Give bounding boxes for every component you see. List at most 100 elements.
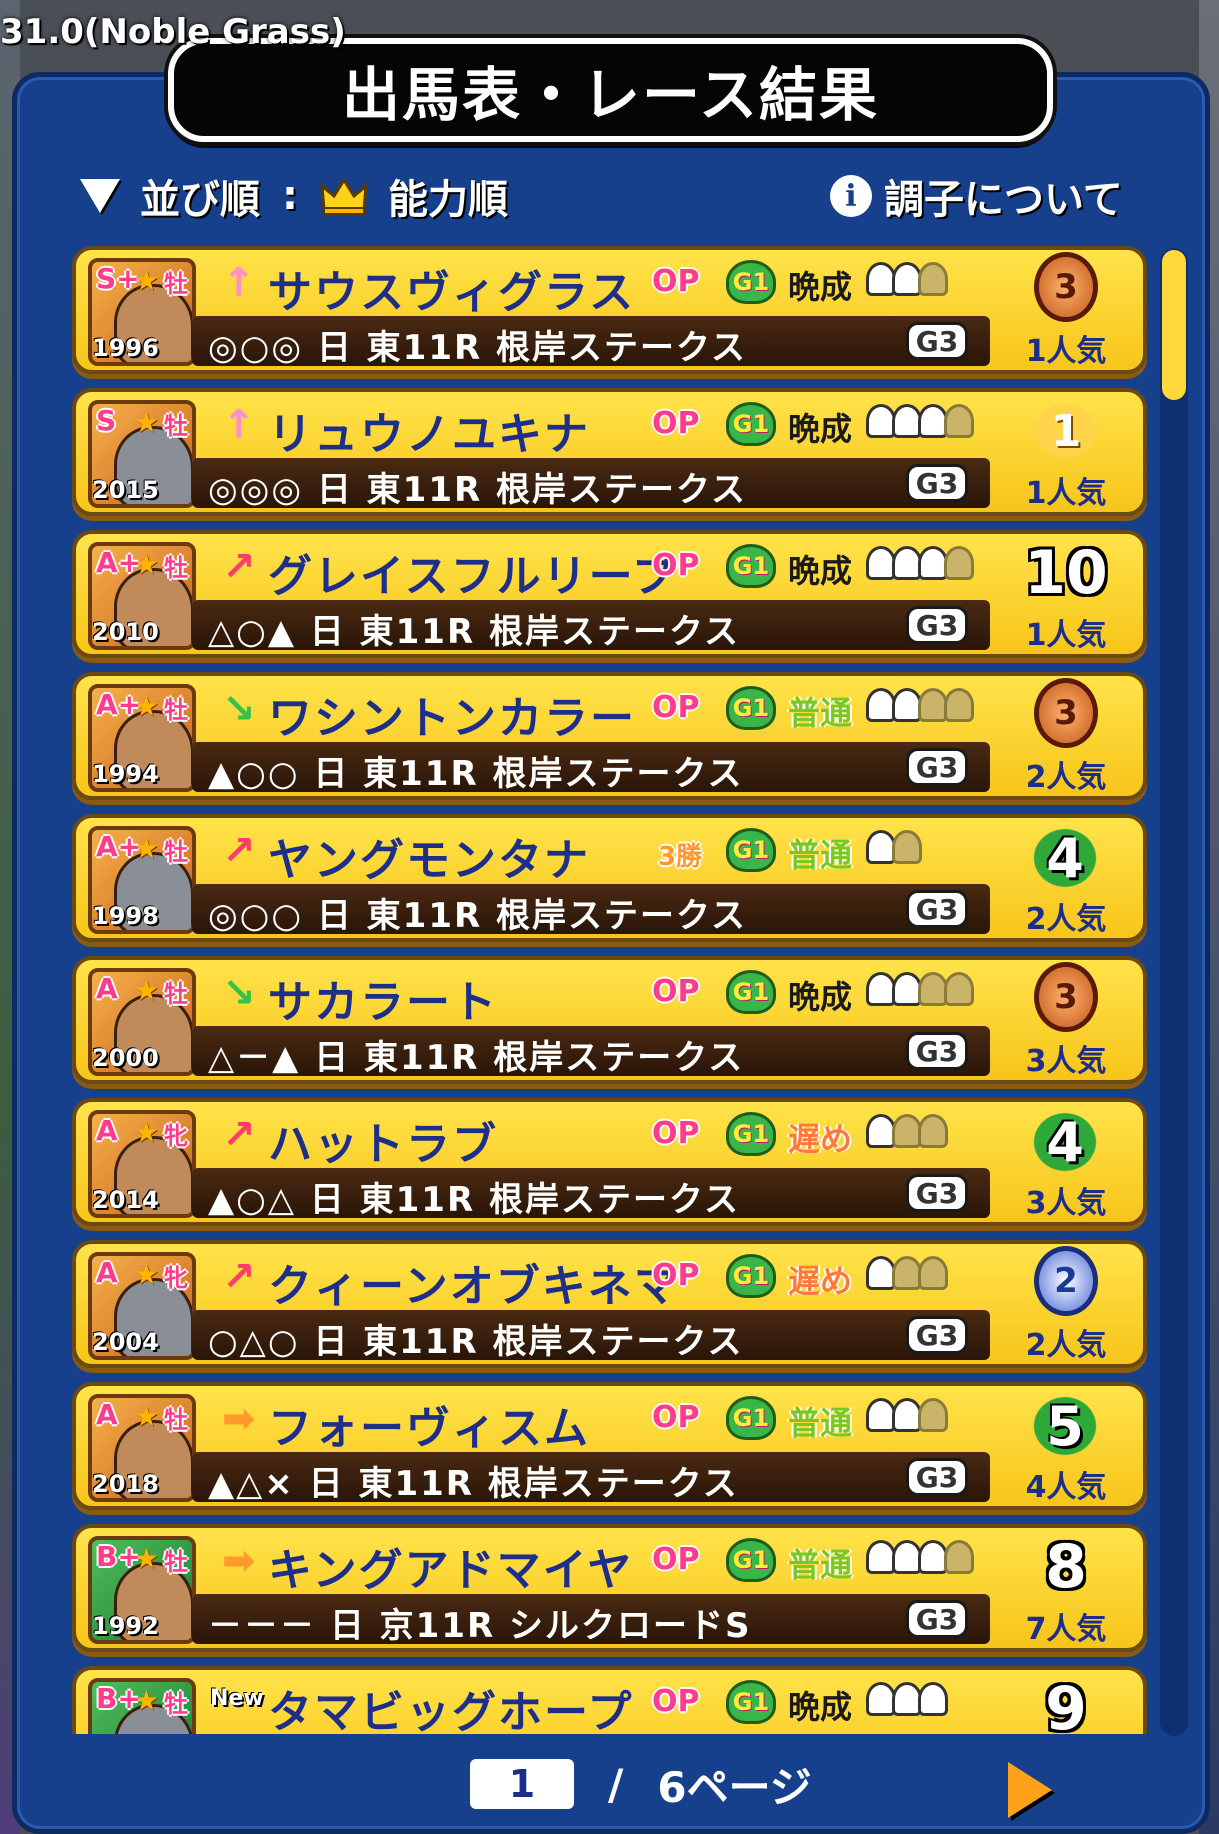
- horseshoe-rating: [866, 1398, 948, 1432]
- horse-row[interactable]: A+ ★ 牡 1998 ↗ ヤングモンタナ 3勝 G1 普通 ◎○○ 日 東11R 根岸ステークス…: [72, 814, 1147, 942]
- grade-badge: G3: [906, 1316, 968, 1354]
- horseshoe-rating: [866, 1682, 948, 1716]
- sex-label: 牡: [164, 980, 188, 1008]
- horse-row[interactable]: B+ ★ 牡 New タマビッグホープ OP G1 晩成 9: [72, 1666, 1147, 1734]
- year-label: 1992: [92, 1612, 159, 1640]
- rank-badge: A: [96, 1398, 118, 1431]
- horseshoe-rating: [866, 1114, 948, 1148]
- horse-name: グレイスフルリープ: [268, 551, 679, 602]
- horse-row[interactable]: S ★ 牡 2015 ↑ リュウノユキナ OP G1 晩成 ◎◎◎ 日 東11R 根岸ステークス G…: [72, 388, 1147, 516]
- horseshoe-rating: [866, 972, 974, 1006]
- horse-portrait: B+ ★ 牡 1992: [88, 1536, 196, 1644]
- last-race-strip: ◎○◎ 日 東11R 根岸ステークス G3: [192, 316, 990, 368]
- horseshoe-icon: [918, 1398, 948, 1432]
- sex-label: 牝: [164, 1264, 188, 1292]
- class-label: OP: [652, 1258, 700, 1293]
- horse-name: クィーンオブキネマ: [268, 1261, 680, 1312]
- growth-label: 晩成: [788, 552, 853, 590]
- rank-badge: A: [96, 972, 118, 1005]
- grade-badge: G3: [906, 1600, 968, 1638]
- class-label: OP: [652, 1116, 700, 1151]
- horse-row[interactable]: A ★ 牝 2004 ↗ クィーンオブキネマ OP G1 遅め ○△○ 日 東11R 根岸ステーク…: [72, 1240, 1147, 1368]
- result-number: 9: [1045, 1674, 1087, 1734]
- grade-badge: G3: [906, 1174, 968, 1212]
- next-page-icon[interactable]: [1008, 1762, 1052, 1818]
- condition-info-button[interactable]: i 調子について: [830, 168, 1123, 224]
- horse-name: サカラート: [268, 977, 498, 1028]
- info-icon: i: [830, 175, 872, 217]
- horse-row[interactable]: A+ ★ 牡 1994 ↘ ワシントンカラー OP G1 普通 ▲○○ 日 東11R 根岸ステーク…: [72, 672, 1147, 800]
- condition-arrow-icon: ↘: [222, 970, 256, 1016]
- g1-clover-icon: G1: [726, 1396, 776, 1440]
- star-icon: ★: [134, 1684, 160, 1717]
- last-race-strip: ◎○○ 日 東11R 根岸ステークス G3: [192, 884, 990, 936]
- popularity-label: 1人気: [1025, 334, 1107, 369]
- g1-clover-icon: G1: [726, 828, 776, 872]
- class-label: OP: [652, 406, 700, 441]
- class-label: OP: [652, 1542, 700, 1577]
- star-icon: ★: [134, 1400, 160, 1433]
- grade-badge: G3: [906, 748, 968, 786]
- horse-row[interactable]: S+ ★ 牡 1996 ↑ サウスヴィグラス OP G1 晩成 ◎○◎ 日 東11R 根岸ステーク…: [72, 246, 1147, 374]
- year-label: 2015: [92, 476, 159, 504]
- g1-clover-icon: G1: [726, 686, 776, 730]
- sort-selector[interactable]: 並び順 : 能力順: [80, 168, 508, 224]
- horseshoe-icon: [944, 546, 974, 580]
- horse-portrait: B+ ★ 牡: [88, 1678, 196, 1734]
- star-icon: ★: [134, 690, 160, 723]
- class-label: OP: [652, 264, 700, 299]
- wreath-icon: 5: [1022, 1386, 1108, 1466]
- popularity-label: 3人気: [1025, 1044, 1107, 1079]
- last-race-text: －－－ 日 京11R シルクロードS: [208, 1606, 752, 1646]
- rank-badge: A: [96, 1256, 118, 1289]
- horseshoe-rating: [866, 404, 974, 438]
- last-race-strip: ◎◎◎ 日 東11R 根岸ステークス G3: [192, 458, 990, 510]
- g1-clover-icon: G1: [726, 970, 776, 1014]
- horse-row[interactable]: A+ ★ 牡 2010 ↗ グレイスフルリープ OP G1 晩成 △○▲ 日 東11R 根岸ステー…: [72, 530, 1147, 658]
- class-label: OP: [652, 1684, 700, 1719]
- scrollbar[interactable]: [1160, 248, 1188, 1736]
- year-label: 1996: [92, 334, 159, 362]
- wreath-icon: 4: [1022, 1102, 1108, 1182]
- star-icon: ★: [134, 1116, 160, 1149]
- horse-row[interactable]: B+ ★ 牡 1992 ➡ キングアドマイヤ OP G1 普通 －－－ 日 京11R シルクロード…: [72, 1524, 1147, 1652]
- star-icon: ★: [134, 974, 160, 1007]
- last-race-text: △○▲ 日 東11R 根岸ステークス: [208, 612, 740, 652]
- horse-name: ヤングモンタナ: [268, 835, 590, 886]
- horse-row[interactable]: A ★ 牡 2000 ↘ サカラート OP G1 晩成 △－▲ 日 東11R 根岸ステークス G3 3…: [72, 956, 1147, 1084]
- horse-row[interactable]: A ★ 牝 2014 ↗ ハットラブ OP G1 遅め ▲○△ 日 東11R 根岸ステークス G3 4…: [72, 1098, 1147, 1226]
- last-race-strip: ▲○△ 日 東11R 根岸ステークス G3: [192, 1168, 990, 1220]
- result-medal-icon: 3: [1034, 678, 1098, 748]
- sex-label: 牡: [164, 1548, 188, 1576]
- result-number: 8: [1045, 1532, 1087, 1602]
- scroll-thumb[interactable]: [1162, 250, 1186, 400]
- horseshoe-rating: [866, 1256, 948, 1290]
- g1-clover-icon: G1: [726, 1680, 776, 1724]
- popularity-label: 3人気: [1025, 1186, 1107, 1221]
- horse-name: ワシントンカラー: [268, 693, 636, 744]
- popularity-label: 1人気: [1025, 476, 1107, 511]
- sort-label: 並び順: [140, 177, 260, 223]
- horseshoe-rating: [866, 830, 922, 864]
- page-number-input[interactable]: 1: [470, 1759, 574, 1809]
- horse-row[interactable]: A ★ 牡 2018 ➡ フォーヴィスム OP G1 普通 ▲△× 日 東11R 根岸ステークス G…: [72, 1382, 1147, 1510]
- wreath-icon: 4: [1022, 818, 1108, 898]
- new-badge: New: [210, 1686, 264, 1711]
- last-race-strip: ▲△× 日 東11R 根岸ステークス G3: [192, 1452, 990, 1504]
- horseshoe-icon: [944, 404, 974, 438]
- horseshoe-icon: [944, 972, 974, 1006]
- pager: 1 / 6ページ: [470, 1754, 812, 1814]
- horse-name: タマビッグホープ: [268, 1687, 634, 1734]
- rank-badge: A: [96, 1114, 118, 1147]
- last-race-text: ▲○○ 日 東11R 根岸ステークス: [208, 754, 744, 794]
- dropdown-triangle-icon: [80, 179, 120, 213]
- popularity-label: 2人気: [1025, 902, 1107, 937]
- sex-label: 牡: [164, 270, 188, 298]
- sex-label: 牡: [164, 1690, 188, 1718]
- grade-badge: G3: [906, 1032, 968, 1070]
- g1-clover-icon: G1: [726, 1538, 776, 1582]
- horse-name: リュウノユキナ: [268, 409, 590, 460]
- class-label: OP: [652, 1400, 700, 1435]
- crown-icon: [320, 176, 368, 216]
- last-race-text: ○△○ 日 東11R 根岸ステークス: [208, 1322, 744, 1362]
